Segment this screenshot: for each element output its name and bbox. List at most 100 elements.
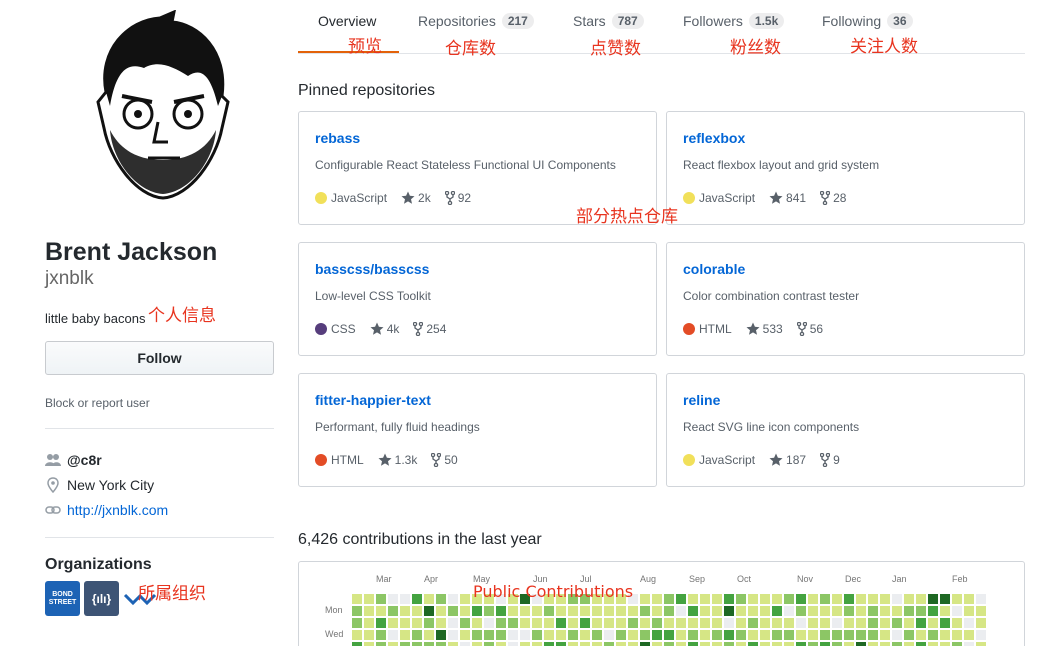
contribution-day[interactable] [916, 630, 926, 640]
contribution-day[interactable] [628, 618, 638, 628]
contribution-day[interactable] [556, 606, 566, 616]
tab-stars[interactable]: Stars 787 [573, 13, 644, 29]
contribution-day[interactable] [844, 630, 854, 640]
contribution-day[interactable] [664, 630, 674, 640]
contribution-day[interactable] [652, 642, 662, 646]
contribution-day[interactable] [964, 606, 974, 616]
contribution-day[interactable] [412, 606, 422, 616]
org-handle-text[interactable]: @c8r [67, 452, 102, 468]
contribution-day[interactable] [904, 642, 914, 646]
contribution-day[interactable] [748, 642, 758, 646]
contribution-day[interactable] [616, 642, 626, 646]
contribution-day[interactable] [580, 606, 590, 616]
contribution-day[interactable] [520, 630, 530, 640]
repo-name[interactable]: basscss/basscss [315, 261, 429, 277]
contribution-day[interactable] [484, 642, 494, 646]
contribution-day[interactable] [640, 594, 650, 604]
contribution-day[interactable] [928, 630, 938, 640]
contribution-day[interactable] [952, 642, 962, 646]
contribution-day[interactable] [616, 630, 626, 640]
contribution-day[interactable] [568, 630, 578, 640]
contribution-day[interactable] [688, 594, 698, 604]
contribution-day[interactable] [364, 630, 374, 640]
contribution-day[interactable] [352, 606, 362, 616]
contribution-day[interactable] [412, 618, 422, 628]
contribution-day[interactable] [376, 642, 386, 646]
contribution-day[interactable] [820, 642, 830, 646]
contribution-day[interactable] [808, 642, 818, 646]
contribution-day[interactable] [664, 642, 674, 646]
contribution-day[interactable] [784, 606, 794, 616]
contribution-day[interactable] [868, 606, 878, 616]
contribution-day[interactable] [904, 630, 914, 640]
contribution-day[interactable] [508, 642, 518, 646]
contribution-day[interactable] [352, 642, 362, 646]
contribution-day[interactable] [796, 594, 806, 604]
contribution-day[interactable] [424, 630, 434, 640]
contribution-day[interactable] [892, 618, 902, 628]
contribution-day[interactable] [772, 594, 782, 604]
contribution-day[interactable] [448, 594, 458, 604]
contribution-day[interactable] [424, 594, 434, 604]
repo-forks[interactable]: 56 [796, 322, 823, 336]
contribution-day[interactable] [496, 618, 506, 628]
website-link[interactable]: http://jxnblk.com [67, 502, 168, 518]
json-logo[interactable]: {ılı} [84, 581, 119, 616]
contribution-day[interactable] [472, 642, 482, 646]
contribution-day[interactable] [448, 630, 458, 640]
contribution-day[interactable] [460, 618, 470, 628]
contribution-day[interactable] [964, 642, 974, 646]
contribution-day[interactable] [664, 618, 674, 628]
contribution-day[interactable] [484, 618, 494, 628]
repo-forks[interactable]: 28 [820, 191, 846, 205]
contribution-day[interactable] [364, 594, 374, 604]
pinned-repo-card[interactable]: basscss/basscss Low-level CSS Toolkit CS… [298, 242, 657, 356]
contribution-day[interactable] [688, 642, 698, 646]
contribution-day[interactable] [724, 618, 734, 628]
contribution-day[interactable] [700, 618, 710, 628]
contribution-day[interactable] [844, 642, 854, 646]
contribution-day[interactable] [604, 606, 614, 616]
contribution-day[interactable] [400, 618, 410, 628]
contribution-day[interactable] [376, 618, 386, 628]
contribution-day[interactable] [868, 642, 878, 646]
block-report-link[interactable]: Block or report user [45, 396, 150, 410]
contribution-day[interactable] [688, 606, 698, 616]
contribution-day[interactable] [532, 642, 542, 646]
contribution-day[interactable] [808, 630, 818, 640]
contribution-day[interactable] [784, 618, 794, 628]
repo-forks[interactable]: 50 [431, 453, 458, 467]
contribution-day[interactable] [952, 618, 962, 628]
contribution-day[interactable] [352, 594, 362, 604]
contribution-day[interactable] [784, 594, 794, 604]
contribution-day[interactable] [604, 630, 614, 640]
contribution-day[interactable] [544, 618, 554, 628]
repo-stars[interactable]: 4k [370, 322, 399, 336]
contribution-day[interactable] [544, 642, 554, 646]
tab-following[interactable]: Following 36 [822, 13, 913, 29]
contribution-day[interactable] [400, 594, 410, 604]
contribution-day[interactable] [604, 618, 614, 628]
contribution-day[interactable] [724, 606, 734, 616]
contribution-day[interactable] [460, 594, 470, 604]
contribution-day[interactable] [616, 606, 626, 616]
contribution-day[interactable] [388, 594, 398, 604]
contribution-day[interactable] [880, 606, 890, 616]
contribution-day[interactable] [784, 630, 794, 640]
contribution-day[interactable] [592, 606, 602, 616]
contribution-day[interactable] [796, 630, 806, 640]
contribution-day[interactable] [460, 642, 470, 646]
contribution-day[interactable] [436, 594, 446, 604]
contribution-day[interactable] [676, 594, 686, 604]
contribution-day[interactable] [736, 618, 746, 628]
contribution-day[interactable] [844, 594, 854, 604]
contribution-day[interactable] [868, 594, 878, 604]
contribution-day[interactable] [652, 630, 662, 640]
contribution-day[interactable] [628, 630, 638, 640]
contribution-day[interactable] [592, 630, 602, 640]
contribution-day[interactable] [592, 642, 602, 646]
pinned-repo-card[interactable]: reline React SVG line icon components Ja… [666, 373, 1025, 487]
contribution-day[interactable] [832, 594, 842, 604]
contribution-day[interactable] [412, 642, 422, 646]
contribution-day[interactable] [472, 606, 482, 616]
